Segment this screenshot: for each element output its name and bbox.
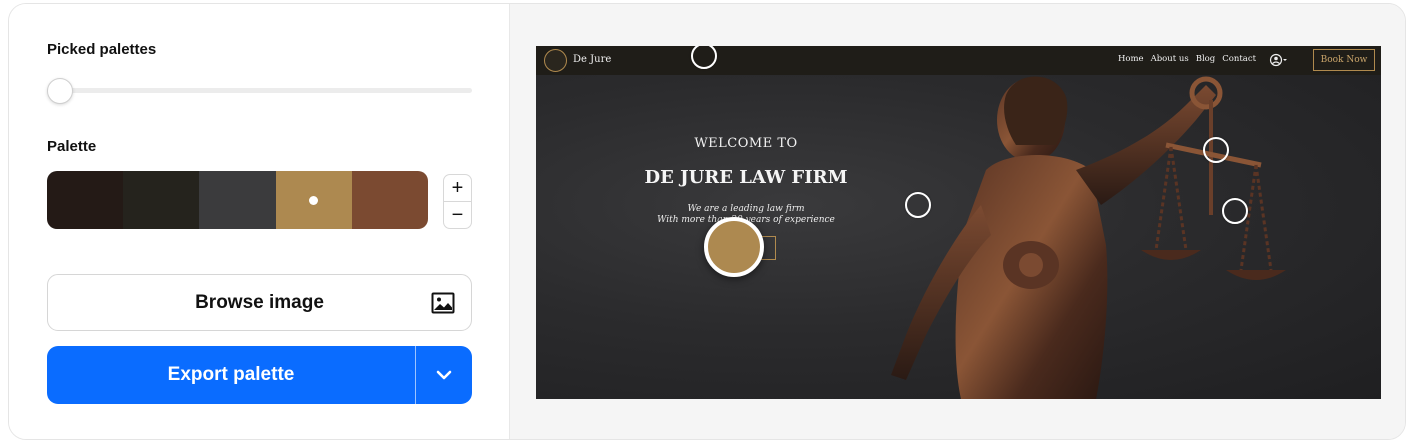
picked-palettes-label: Picked palettes — [47, 41, 157, 58]
palette-generator-card: Picked palettes Palette + − Browse image — [8, 3, 1406, 440]
nav-contact: Contact — [1222, 54, 1256, 64]
palette-count-slider-thumb[interactable] — [47, 78, 73, 104]
palette-size-stepper: + − — [443, 174, 472, 229]
palette-label: Palette — [47, 138, 97, 155]
color-picker-2[interactable] — [905, 192, 931, 218]
nav-blog: Blog — [1195, 54, 1216, 64]
hero-title: DE JURE LAW FIRM — [644, 167, 848, 188]
active-color-picker[interactable] — [704, 217, 764, 277]
color-picker-3[interactable] — [1203, 137, 1229, 163]
export-palette-button[interactable]: Export palette — [47, 346, 415, 404]
chevron-down-icon — [436, 370, 452, 380]
color-picker-4[interactable] — [1222, 198, 1248, 224]
nav-links: Home About us Blog Contact — [1118, 54, 1287, 64]
nav-home: Home — [1117, 54, 1144, 64]
brand-name: De Jure — [573, 54, 612, 65]
browse-image-button[interactable]: Browse image — [47, 274, 472, 331]
swatch-5[interactable] — [351, 171, 428, 229]
palette-strip — [47, 171, 428, 229]
remove-color-button[interactable]: − — [444, 201, 471, 228]
swatch-3[interactable] — [199, 171, 276, 229]
uploaded-image[interactable]: De Jure Home About us Blog Contact Book … — [536, 46, 1381, 399]
user-account-icon — [1269, 53, 1287, 67]
hero-welcome: WELCOME TO — [694, 136, 798, 151]
image-icon — [431, 292, 455, 314]
hero-subtitle-line-1: We are a leading law firm — [687, 204, 805, 214]
swatch-2[interactable] — [123, 171, 200, 229]
site-navbar: De Jure Home About us Blog Contact Book … — [536, 46, 1381, 75]
controls-panel: Picked palettes Palette + − Browse image — [9, 4, 509, 439]
image-preview-panel: De Jure Home About us Blog Contact Book … — [509, 4, 1405, 439]
export-dropdown-button[interactable] — [416, 346, 472, 404]
scales-logo-icon — [544, 49, 567, 72]
lady-justice-statue-image — [891, 76, 1286, 399]
selected-swatch-indicator — [309, 195, 319, 205]
add-color-button[interactable]: + — [444, 175, 471, 201]
swatch-4[interactable] — [275, 171, 352, 229]
palette-count-slider-track[interactable] — [47, 88, 472, 93]
swatch-1[interactable] — [47, 171, 124, 229]
export-palette-button-group: Export palette — [47, 346, 472, 404]
browse-image-label: Browse image — [195, 291, 324, 313]
book-now-button: Book Now — [1313, 49, 1375, 71]
nav-about: About us — [1150, 54, 1189, 64]
